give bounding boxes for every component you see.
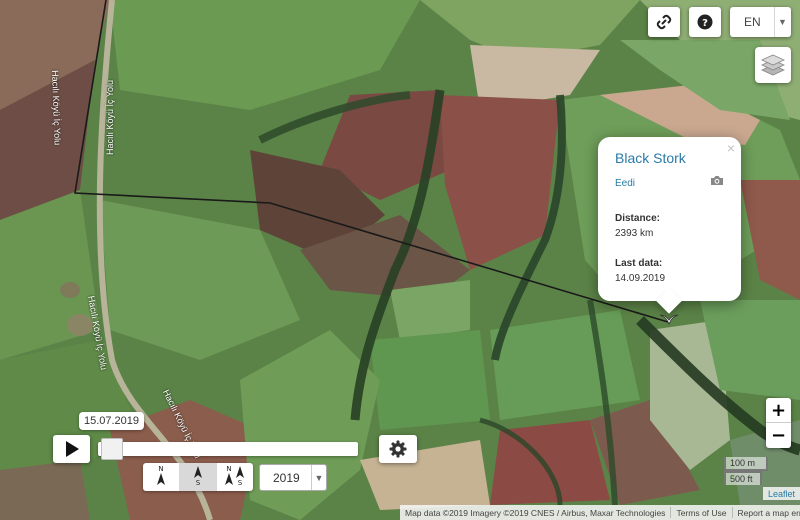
map-data-attribution: Map data ©2019 Imagery ©2019 CNES / Airb…	[405, 507, 666, 518]
north-south-button[interactable]: N S	[217, 463, 253, 491]
layers-button[interactable]	[755, 47, 791, 83]
year-value: 2019	[273, 470, 300, 485]
svg-text:N: N	[158, 465, 163, 473]
south-arrow-icon: S	[189, 464, 207, 491]
report-error-link[interactable]: Report a map error	[733, 508, 800, 518]
settings-button[interactable]	[379, 435, 417, 463]
play-icon	[65, 441, 79, 457]
help-button[interactable]: ?	[689, 7, 721, 37]
popup-title[interactable]: Black Stork	[615, 150, 724, 166]
leaflet-link[interactable]: Leaflet	[763, 487, 800, 500]
map-attribution: Map data ©2019 Imagery ©2019 CNES / Airb…	[400, 505, 800, 520]
question-circle-icon: ?	[697, 14, 713, 30]
zoom-out-button[interactable]: −	[766, 423, 791, 448]
zoom-control: + −	[766, 398, 791, 448]
scale-metric: 100 m	[724, 457, 768, 471]
distance-value: 2393 km	[615, 228, 654, 239]
direction-toggle-group: N S N S	[143, 463, 253, 491]
svg-text:S: S	[238, 479, 243, 486]
chevron-down-icon: ▼	[311, 465, 326, 490]
popup-subtitle[interactable]: Eedi	[615, 178, 724, 189]
scale-imperial: 500 ft	[724, 471, 762, 485]
last-data-value: 14.09.2019	[615, 273, 666, 284]
north-arrow-icon: N	[152, 464, 170, 491]
timeline-handle[interactable]	[101, 438, 123, 460]
chevron-down-icon: ▼	[774, 7, 790, 37]
layers-icon	[760, 53, 786, 77]
link-icon	[656, 14, 672, 30]
north-button[interactable]: N	[143, 463, 180, 491]
distance-label: Distance:	[615, 213, 661, 224]
zoom-in-button[interactable]: +	[766, 398, 791, 423]
terms-link[interactable]: Terms of Use	[671, 508, 731, 518]
svg-text:S: S	[196, 479, 201, 486]
bird-info-popup: × Black Stork Eedi Distance: 2393 km Las…	[598, 137, 741, 314]
timeline-date: 15.07.2019	[79, 412, 144, 430]
language-value: EN	[744, 15, 761, 29]
year-select[interactable]: 2019 ▼	[259, 464, 327, 491]
svg-text:?: ?	[702, 18, 708, 29]
timeline-slider[interactable]	[98, 438, 358, 460]
camera-icon[interactable]	[710, 173, 724, 191]
svg-text:N: N	[226, 465, 231, 473]
play-button[interactable]	[53, 435, 90, 463]
south-button[interactable]: S	[180, 463, 217, 491]
language-select[interactable]: EN ▼	[730, 7, 791, 37]
road-label: Hacılı Köyü İç Yolu	[105, 79, 115, 155]
close-icon[interactable]: ×	[727, 140, 735, 156]
last-data-label: Last data:	[615, 258, 663, 269]
north-south-arrows-icon: N S	[223, 464, 247, 491]
gear-icon	[389, 440, 407, 458]
share-link-button[interactable]	[648, 7, 680, 37]
